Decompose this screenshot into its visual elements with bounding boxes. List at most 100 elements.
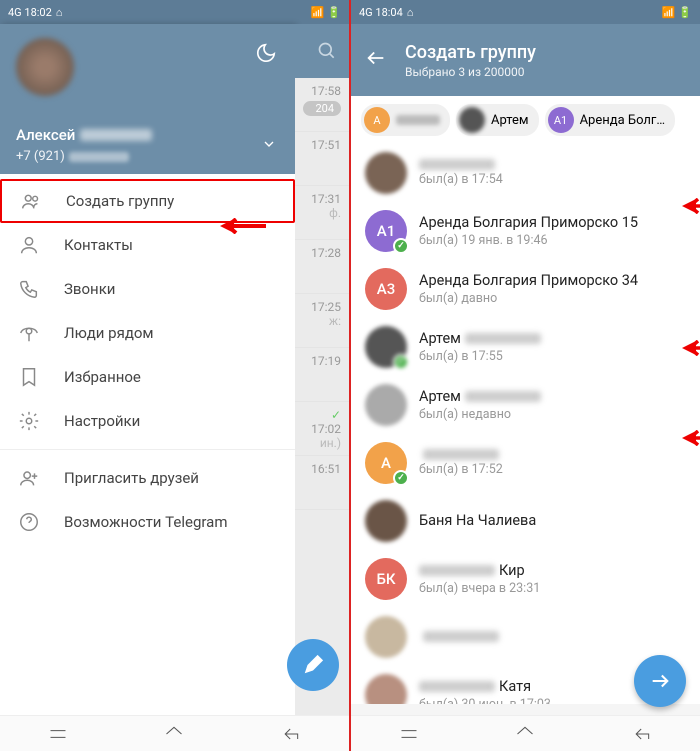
contact-name: Кир [419,562,540,579]
contact-name: Баня На Чалиева [419,512,536,529]
contact-item[interactable]: БК Кир был(а) вчера в 23:31 [351,550,700,608]
menu-create-group[interactable]: Создать группу [0,179,295,223]
contact-status: был(а) недавно [419,407,541,422]
network-text: 4G 18:04 [359,6,403,19]
compose-fab[interactable] [287,639,339,691]
search-icon[interactable] [295,24,349,78]
contact-name [419,159,503,170]
status-bar: 4G 18:04 ⌂ 📶 🔋 [351,0,700,24]
screen-drawer: 4G 18:02 ⌂ 📶 🔋 Алексей +7 (921) Создать … [0,0,349,751]
chevron-down-icon[interactable] [261,136,277,156]
chip-label: Аренда Болг… [580,113,666,128]
chat-time: 16:51 [303,462,341,476]
menu-label: Звонки [64,280,115,298]
contact-status: был(а) давно [419,291,638,306]
selected-chip[interactable]: А [361,104,450,136]
selection-count: Выбрано 3 из 200000 [405,65,536,79]
status-bar: 4G 18:02 ⌂ 📶 🔋 [0,0,349,24]
chatlist-background: 17:58204 17:51 17:31ф. 17:28 17:25ж: 17:… [295,24,349,751]
page-title: Создать группу [405,42,536,63]
unread-badge: 204 [303,101,341,116]
contact-item[interactable]: Баня На Чалиева [351,492,700,550]
menu-nav-icon[interactable] [399,724,419,744]
back-nav-icon[interactable] [632,724,652,744]
selected-chip[interactable]: А1Аренда Болг… [545,104,676,136]
invite-icon [18,467,40,489]
nav-bar [0,715,349,751]
contact-avatar: А1 [365,210,407,252]
nearby-icon [18,322,40,344]
contact-avatar [365,616,407,658]
menu-label: Избранное [64,368,141,386]
menu-label: Настройки [64,412,140,430]
home-nav-icon[interactable] [515,724,535,744]
contact-status: был(а) в 17:55 [419,349,541,364]
chat-time: 17:25 [303,300,341,314]
nav-bar [351,715,700,751]
contact-name: Артем [419,388,541,405]
avatar[interactable] [16,38,74,96]
user-phone: +7 (921) [16,149,65,164]
menu-saved[interactable]: Избранное [0,355,295,399]
home-icon: ⌂ [56,6,63,19]
contact-avatar [365,674,407,704]
contact-name: Катя [419,678,551,695]
menu-label: Пригласить друзей [64,469,199,487]
contact-status: был(а) в 17:54 [419,172,503,187]
menu-settings[interactable]: Настройки [0,399,295,443]
contact-status: был(а) 19 янв. в 19:46 [419,233,638,248]
contact-avatar [365,152,407,194]
contact-avatar [365,500,407,542]
contact-item[interactable]: А был(а) в 17:52 [351,434,700,492]
menu-help[interactable]: Возможности Telegram [0,500,295,544]
chip-label [396,115,440,125]
chat-time: 17:51 [303,138,341,152]
group-icon [20,190,42,212]
contact-name [419,449,503,460]
contact-item[interactable]: Артем был(а) в 17:55 [351,318,700,376]
drawer-panel: Алексей +7 (921) Создать группу Контакты [0,24,295,751]
contact-status: был(а) 30 июн. в 17:03 [419,697,551,704]
menu-nav-icon[interactable] [48,724,68,744]
menu-nearby[interactable]: Люди рядом [0,311,295,355]
help-icon [18,511,40,533]
bookmark-icon [18,366,40,388]
menu-label: Возможности Telegram [64,513,228,531]
contact-avatar: БК [365,558,407,600]
next-fab[interactable] [634,655,686,707]
contact-name: Аренда Болгария Приморско 15 [419,214,638,231]
network-text: 4G 18:02 [8,6,52,19]
contact-name: Артем [419,330,541,347]
menu-invite[interactable]: Пригласить друзей [0,456,295,500]
home-icon: ⌂ [407,6,414,19]
contact-status: был(а) вчера в 23:31 [419,581,540,596]
contact-status: был(а) в 17:52 [419,462,503,477]
contact-name: Аренда Болгария Приморско 34 [419,272,638,289]
contact-item[interactable]: был(а) в 17:54 [351,144,700,202]
contact-avatar [365,384,407,426]
contact-icon [18,234,40,256]
contact-list: был(а) в 17:54 А1 Аренда Болгария Приморск… [351,144,700,704]
selected-chips: ААртемА1Аренда Болг… [351,96,700,144]
status-icons: 📶 🔋 [311,6,341,19]
selected-chip[interactable]: Артем [456,104,539,136]
drawer-header[interactable]: Алексей +7 (921) [0,24,295,174]
contact-item[interactable]: А1 Аренда Болгария Приморско 15 был(а) 19 … [351,202,700,260]
chat-time: 17:19 [303,354,341,368]
night-mode-icon[interactable] [255,42,277,68]
contact-name [419,631,499,642]
header: Создать группу Выбрано 3 из 200000 [351,24,700,96]
menu-calls[interactable]: Звонки [0,267,295,311]
contact-avatar: А3 [365,268,407,310]
contact-item[interactable]: Артем был(а) недавно [351,376,700,434]
contact-avatar: А [365,442,407,484]
chat-time: 17:02 [303,422,341,436]
back-nav-icon[interactable] [281,724,301,744]
back-icon[interactable] [365,47,387,73]
contact-avatar [365,326,407,368]
red-arrow-annotation [220,218,266,238]
home-nav-icon[interactable] [164,724,184,744]
screen-create-group: 4G 18:04 ⌂ 📶 🔋 Создать группу Выбрано 3 … [351,0,700,751]
contact-item[interactable]: А3 Аренда Болгария Приморско 34 был(а) дав… [351,260,700,318]
chat-time: 17:58 [303,84,341,98]
